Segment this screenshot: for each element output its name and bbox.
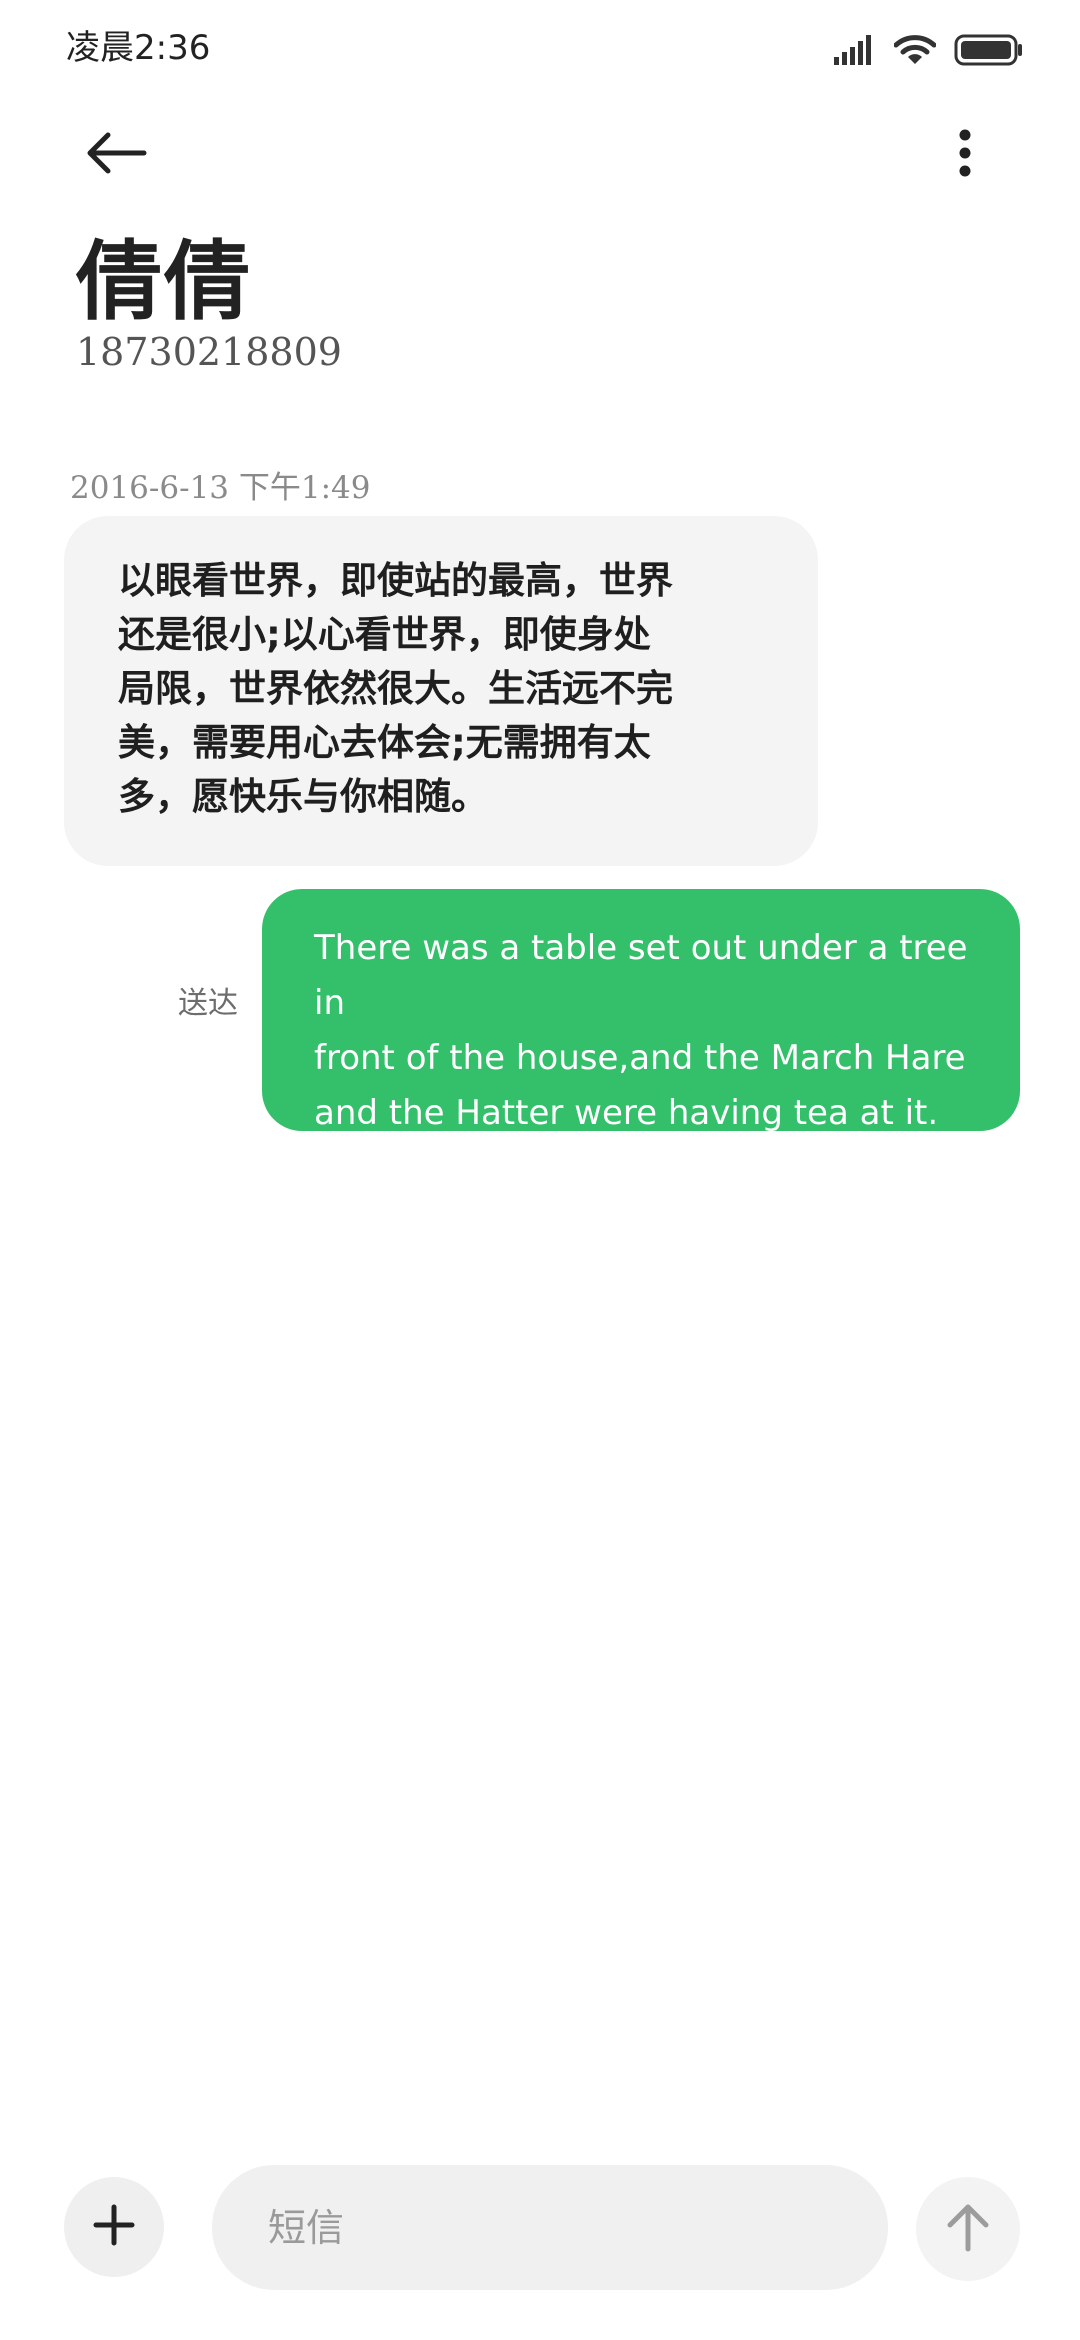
message-line: and the Hatter were having tea at it. xyxy=(314,1093,939,1133)
contact-number[interactable]: 18730218809 xyxy=(76,330,342,374)
wifi-icon xyxy=(893,34,937,70)
more-vertical-icon xyxy=(958,129,972,181)
back-button[interactable] xyxy=(78,125,154,185)
status-bar: 凌晨2:36 xyxy=(0,0,1080,100)
status-time: 凌晨2:36 xyxy=(66,28,211,68)
message-line: There was a table set out under a tree i… xyxy=(314,928,968,1023)
back-arrow-icon xyxy=(84,131,148,179)
more-options-button[interactable] xyxy=(940,120,990,190)
outgoing-message-bubble[interactable]: There was a table set out under a tree i… xyxy=(262,889,1020,1133)
add-attachment-button[interactable] xyxy=(64,2177,164,2277)
message-line: 还是很小;以心看世界，即使身处 xyxy=(118,613,651,656)
message-line: 多，愿快乐与你相随。 xyxy=(118,775,488,818)
send-button[interactable] xyxy=(916,2177,1020,2281)
incoming-message-bubble[interactable]: 以眼看世界，即使站的最高，世界 还是很小;以心看世界，即使身处 局限，世界依然很… xyxy=(64,516,818,866)
message-timestamp: 2016-6-13 下午1:49 xyxy=(70,470,371,506)
message-line: 局限，世界依然很大。生活远不完 xyxy=(118,667,673,710)
battery-icon xyxy=(954,34,1024,70)
message-line: 以眼看世界，即使站的最高，世界 xyxy=(118,559,673,602)
message-line: front of the house,and the March Hare xyxy=(314,1038,966,1078)
delivery-status: 送达 xyxy=(178,986,238,1021)
arrow-up-icon xyxy=(944,2201,992,2257)
message-line: 美，需要用心去体会;无需拥有太 xyxy=(118,721,651,764)
contact-name: 倩倩 xyxy=(76,232,252,332)
message-input[interactable] xyxy=(212,2165,888,2290)
status-icons xyxy=(834,34,1024,70)
signal-icon xyxy=(834,35,876,69)
plus-icon xyxy=(92,2203,136,2251)
